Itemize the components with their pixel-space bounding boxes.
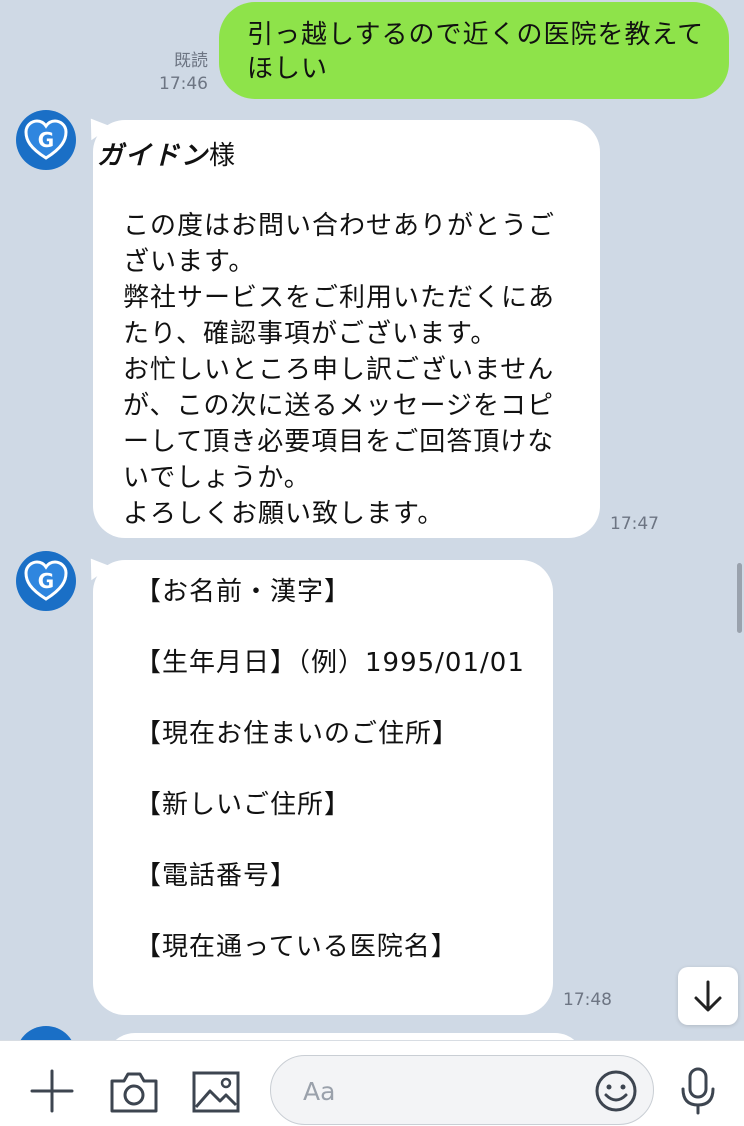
outgoing-message-meta: 既読 17:46 xyxy=(150,50,208,96)
scroll-indicator[interactable] xyxy=(737,563,742,633)
arrow-down-icon xyxy=(694,980,722,1012)
avatar-letter: G xyxy=(38,128,54,152)
incoming-message-bubble[interactable]: ガイドン様 この度はお問い合わせありがとうご ざいます。 弊社サービスをご利用い… xyxy=(93,120,600,538)
message-input[interactable] xyxy=(301,1068,585,1114)
message-text-field[interactable] xyxy=(270,1055,654,1125)
message-time: 17:46 xyxy=(159,74,208,94)
message-text: この度はお問い合わせありがとうご ざいます。 弊社サービスをご利用いただくにあ … xyxy=(123,211,556,529)
message-text: 引っ越しするので近くの医院を教えてほしい xyxy=(247,20,705,84)
sender-avatar[interactable]: G xyxy=(16,110,76,170)
sender-avatar[interactable]: G xyxy=(16,551,76,611)
form-field-label: 【生年月日】（例）1995/01/01 xyxy=(135,648,525,678)
greeting-line: ガイドン様 xyxy=(97,138,576,174)
message-input-bar xyxy=(0,1040,744,1126)
plus-icon[interactable] xyxy=(28,1067,76,1115)
incoming-message-bubble[interactable] xyxy=(105,1033,585,1040)
emoji-icon[interactable] xyxy=(593,1068,639,1114)
recipient-name: ガイドン xyxy=(97,141,210,171)
chat-area[interactable]: 既読 17:46 引っ越しするので近くの医院を教えてほしい G ガイドン様 この… xyxy=(0,0,744,1040)
camera-icon[interactable] xyxy=(108,1069,160,1115)
image-icon[interactable] xyxy=(190,1069,242,1115)
outgoing-message-bubble[interactable]: 引っ越しするので近くの医院を教えてほしい xyxy=(219,2,729,99)
heart-logo-icon: G xyxy=(24,560,68,601)
form-field-label: 【お名前・漢字】 xyxy=(135,577,352,607)
incoming-message-bubble[interactable]: 【お名前・漢字】 【生年月日】（例）1995/01/01 【現在お住まいのご住所… xyxy=(93,560,553,1015)
form-field-label: 【電話番号】 xyxy=(135,861,298,891)
scroll-to-bottom-button[interactable] xyxy=(678,967,738,1025)
read-receipt: 既読 xyxy=(174,51,208,71)
form-field-label: 【現在お住まいのご住所】 xyxy=(135,719,460,749)
message-time: 17:47 xyxy=(610,514,659,534)
heart-logo-icon: G xyxy=(24,119,68,160)
avatar-letter: G xyxy=(38,569,54,593)
sender-avatar[interactable] xyxy=(16,1026,76,1040)
form-field-label: 【現在通っている医院名】 xyxy=(135,932,458,962)
honorific: 様 xyxy=(209,141,237,171)
form-field-label: 【新しいご住所】 xyxy=(135,790,352,820)
message-time: 17:48 xyxy=(563,990,612,1010)
microphone-icon[interactable] xyxy=(678,1065,718,1117)
